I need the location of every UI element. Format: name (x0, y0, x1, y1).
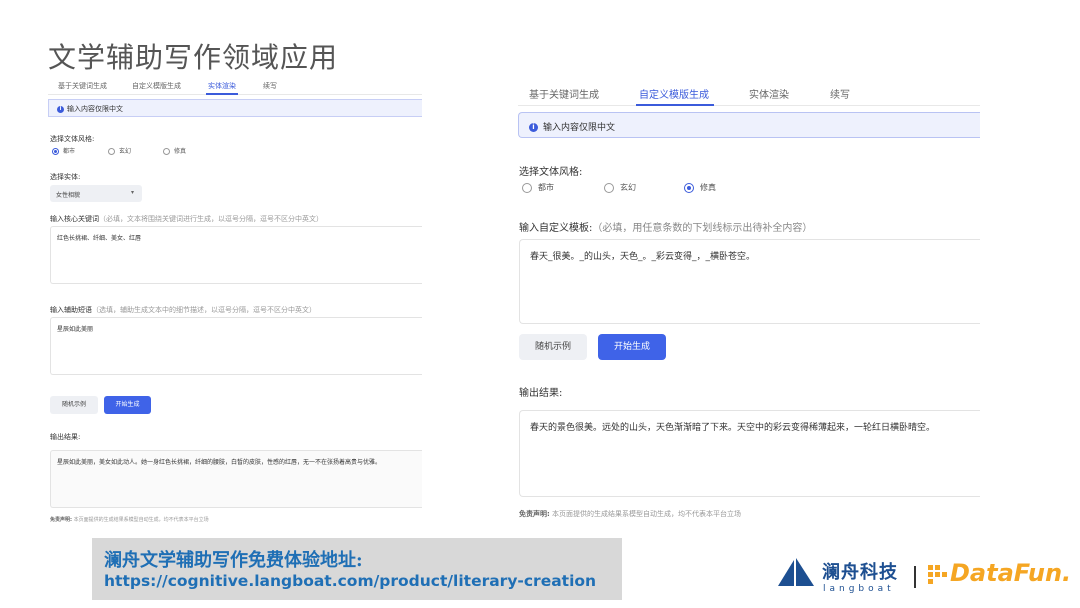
template-textarea[interactable]: 春天_很美。_的山头，天色_。_彩云变得_，_横卧苍空。 (519, 239, 980, 324)
start-generate-button[interactable]: 开始生成 (598, 334, 666, 360)
tab-continue-writing[interactable]: 续写 (830, 86, 850, 101)
entity-select[interactable]: 女性相貌 ▾ (50, 185, 142, 202)
notice-text: 输入内容仅限中文 (543, 123, 616, 133)
keywords-hint: （必填，文本将围绕关键词进行生成，以逗号分隔，逗号不区分中英文） (99, 215, 323, 223)
start-generate-button[interactable]: 开始生成 (104, 396, 151, 414)
aux-label: 输入辅助短语（选填，辅助生成文本中的细节描述，以逗号分隔，逗号不区分中英文） (50, 306, 316, 314)
datafun-dots-icon (928, 565, 947, 584)
tab-continue-writing[interactable]: 续写 (263, 81, 277, 91)
radio-checked-icon (684, 182, 694, 193)
radio-style-urban[interactable]: 都市 (522, 182, 554, 193)
langboat-cn-name: 澜舟科技 (822, 562, 898, 583)
radio-style-fantasy[interactable]: 玄幻 (604, 182, 636, 193)
tab-custom-template[interactable]: 自定义模版生成 (132, 81, 181, 91)
radio-unchecked-icon (522, 182, 532, 193)
radio-style-xiuzhen[interactable]: 修真 (684, 182, 716, 193)
random-example-button[interactable]: 随机示例 (50, 396, 98, 414)
trial-link-banner: 澜舟文学辅助写作免费体验地址: https://cognitive.langbo… (92, 538, 622, 600)
output-label: 输出结果: (519, 388, 563, 399)
output-textarea[interactable]: 星辰如此美丽，美女如此动人。她一身红色长挑裙，纤细的腰肢，白皙的皮肤，性感的红唇… (50, 450, 422, 508)
info-icon: i (529, 123, 538, 132)
radio-unchecked-icon (163, 148, 170, 155)
notice-banner: i 输入内容仅限中文 (518, 112, 980, 138)
keywords-label: 输入核心关键词（必填，文本将围绕关键词进行生成，以逗号分隔，逗号不区分中英文） (50, 215, 323, 223)
template-value: 春天_很美。_的山头，天色_。_彩云变得_，_横卧苍空。 (530, 252, 756, 262)
radio-style-xiuzhen[interactable]: 修真 (163, 146, 186, 155)
tab-bar: 基于关键词生成 自定义模版生成 实体渲染 续写 (518, 78, 980, 106)
sail-icon (778, 558, 814, 586)
aux-hint: （选填，辅助生成文本中的细节描述，以逗号分隔，逗号不区分中英文） (92, 306, 316, 314)
radio-style-urban[interactable]: 都市 (52, 146, 75, 155)
style-label: 选择文体风格: (50, 135, 95, 143)
radio-checked-icon (52, 148, 59, 155)
chevron-down-icon: ▾ (130, 189, 134, 196)
tab-entity-render[interactable]: 实体渲染 (749, 86, 789, 101)
banner-title: 澜舟文学辅助写作免费体验地址: (104, 550, 363, 571)
tab-bar: 基于关键词生成 自定义模版生成 实体渲染 续写 (48, 78, 422, 95)
output-value: 星辰如此美丽，美女如此动人。她一身红色长挑裙，纤细的腰肢，白皙的皮肤，性感的红唇… (57, 459, 382, 466)
disclaimer: 免责声明: 本页面提供的生成结果系模型自动生成，均不代表本平台立场 (519, 510, 742, 518)
template-hint: （必填，用任意条数的下划线标示出待补全内容） (592, 223, 813, 234)
notice-banner: i 输入内容仅限中文 (48, 99, 422, 117)
random-example-button[interactable]: 随机示例 (519, 334, 587, 360)
template-label: 输入自定义模板:（必填，用任意条数的下划线标示出待补全内容） (519, 223, 813, 234)
slide-title: 文学辅助写作领域应用 (48, 41, 339, 74)
keywords-textarea[interactable]: 红色长挑裙、纤细、美女、红唇 (50, 226, 422, 284)
datafun-logo: DataFun. (928, 558, 1071, 594)
entity-label: 选择实体: (50, 173, 81, 181)
aux-textarea[interactable]: 星辰如此美丽 (50, 317, 422, 375)
logo-divider (914, 566, 916, 588)
tab-divider (518, 105, 980, 106)
active-tab-indicator (206, 93, 238, 95)
style-label: 选择文体风格: (519, 167, 583, 178)
radio-unchecked-icon (108, 148, 115, 155)
keywords-value: 红色长挑裙、纤细、美女、红唇 (57, 235, 142, 242)
aux-value: 星辰如此美丽 (57, 326, 94, 333)
left-panel-screenshot: 基于关键词生成 自定义模版生成 实体渲染 续写 i 输入内容仅限中文 选择文体风格… (48, 78, 422, 528)
radio-unchecked-icon (604, 182, 614, 193)
tab-entity-render[interactable]: 实体渲染 (208, 81, 236, 91)
tab-keyword-generation[interactable]: 基于关键词生成 (58, 81, 107, 91)
langboat-en-name: langboat (823, 584, 895, 594)
tab-custom-template[interactable]: 自定义模版生成 (639, 86, 709, 101)
output-label: 输出结果: (50, 433, 81, 441)
output-value: 春天的景色很美。远处的山头，天色渐渐暗了下来。天空中的彩云变得稀薄起来，一轮红日… (530, 423, 936, 433)
radio-style-fantasy[interactable]: 玄幻 (108, 146, 131, 155)
trial-url-link[interactable]: https://cognitive.langboat.com/product/l… (104, 572, 596, 590)
info-icon: i (57, 105, 64, 113)
tab-keyword-generation[interactable]: 基于关键词生成 (529, 86, 599, 101)
right-panel-screenshot: 基于关键词生成 自定义模版生成 实体渲染 续写 i 输入内容仅限中文 选择文体风格… (518, 78, 980, 528)
langboat-logo: 澜舟科技 langboat (776, 552, 906, 598)
entity-select-value: 女性相貌 (56, 192, 81, 199)
active-tab-indicator (636, 104, 714, 106)
disclaimer: 免责声明: 本页面提供的生成结果系模型自动生成，均不代表本平台立场 (50, 517, 209, 523)
datafun-wordmark: DataFun. (950, 559, 1072, 587)
output-textarea[interactable]: 春天的景色很美。远处的山头，天色渐渐暗了下来。天空中的彩云变得稀薄起来，一轮红日… (519, 410, 980, 497)
notice-text: 输入内容仅限中文 (67, 105, 123, 113)
